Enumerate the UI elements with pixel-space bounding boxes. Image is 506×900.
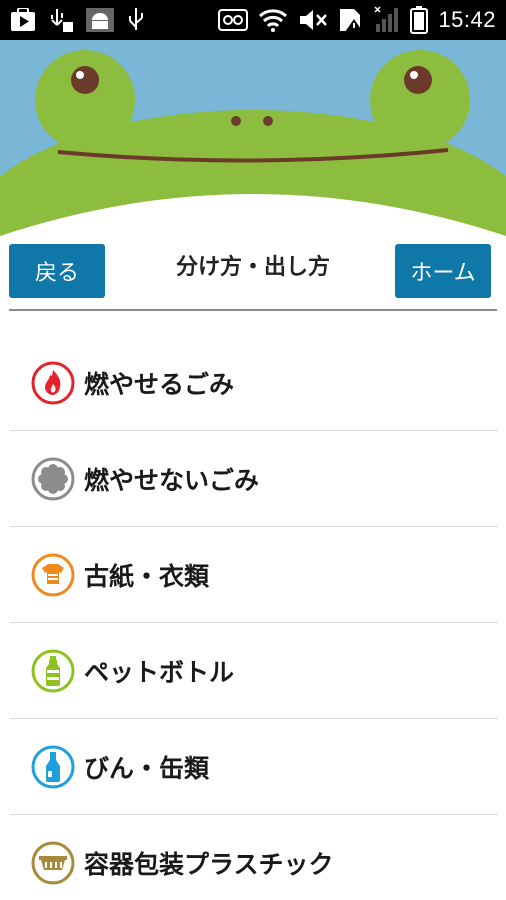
flame-icon — [30, 360, 76, 406]
mute-icon — [298, 8, 328, 32]
status-bar: 15:42 — [0, 0, 506, 40]
non-burnable-icon — [30, 456, 76, 502]
list-item-non-burnable[interactable]: 燃やせないごみ — [10, 431, 498, 527]
play-store-icon — [10, 8, 36, 32]
frog-header-illustration — [0, 40, 506, 240]
wifi-icon — [258, 8, 288, 32]
list-item-label: ペットボトル — [84, 657, 235, 687]
paper-clothes-icon — [30, 552, 76, 598]
clock: 15:42 — [438, 7, 496, 32]
battery-icon — [410, 6, 429, 34]
usb-debug-icon — [48, 7, 74, 33]
sim-alert-icon — [338, 7, 364, 33]
list-item-plastic-container[interactable]: 容器包装プラスチック — [10, 815, 498, 900]
list-item-paper-clothes[interactable]: 古紙・衣類 — [10, 527, 498, 623]
list-item-label: びん・缶類 — [84, 753, 210, 783]
voicemail-icon — [218, 9, 249, 31]
usb-icon — [126, 7, 146, 33]
list-item-bottle-can[interactable]: びん・缶類 — [10, 719, 498, 815]
title-bar: 戻る 分け方・出し方 ホーム — [0, 240, 506, 310]
home-button[interactable]: ホーム — [395, 244, 491, 298]
list-item-label: 燃やせないごみ — [84, 465, 260, 495]
category-list: 燃やせるごみ 燃やせないごみ 古紙・衣類 ペットボトル びん・缶類 容器包装プラ… — [10, 335, 498, 900]
list-item-label: 古紙・衣類 — [84, 561, 210, 591]
bottle-can-icon — [30, 744, 76, 790]
list-item-pet-bottle[interactable]: ペットボトル — [10, 623, 498, 719]
plastic-container-icon — [30, 840, 76, 886]
pet-bottle-icon — [30, 648, 76, 694]
list-item-label: 容器包装プラスチック — [84, 850, 334, 879]
title-divider — [9, 309, 497, 311]
android-icon — [86, 8, 114, 32]
list-item-label: 燃やせるごみ — [84, 369, 235, 399]
signal-icon — [374, 6, 400, 34]
list-item-burnable[interactable]: 燃やせるごみ — [10, 335, 498, 431]
